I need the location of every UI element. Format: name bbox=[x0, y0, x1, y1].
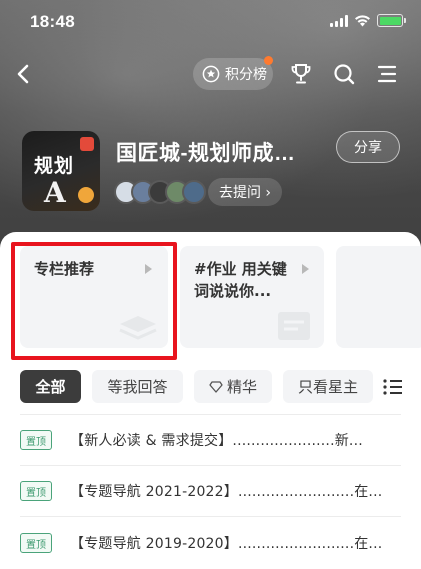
status-time: 18:48 bbox=[30, 12, 75, 31]
group-info: 规划 A 国匠城-规划师成… 分享 去提问 › bbox=[22, 131, 412, 211]
topic-title: 【新人必读 & 需求提交】......................新... bbox=[70, 433, 363, 449]
more-card[interactable] bbox=[336, 246, 421, 348]
filter-owner-only[interactable]: 只看星主 bbox=[283, 370, 373, 403]
stack-icon bbox=[119, 316, 157, 340]
status-icons bbox=[330, 14, 406, 27]
share-button[interactable]: 分享 bbox=[336, 131, 400, 163]
search-icon[interactable] bbox=[332, 62, 356, 86]
filter-waiting-answer[interactable]: 等我回答 bbox=[92, 370, 183, 403]
pinned-badge: 置顶 bbox=[20, 481, 52, 501]
pinned-topic[interactable]: 置顶 【专题导航 2019-2020】.....................… bbox=[20, 528, 410, 558]
pinned-badge: 置顶 bbox=[20, 430, 52, 450]
group-cover-image[interactable]: 规划 A bbox=[22, 131, 100, 211]
wifi-icon bbox=[355, 14, 370, 26]
chip-label: 全部 bbox=[35, 378, 66, 396]
arrow-right-icon bbox=[302, 264, 309, 274]
divider bbox=[20, 465, 401, 466]
nav-bar: 积分榜 bbox=[0, 52, 421, 96]
leaderboard-label: 积分榜 bbox=[225, 67, 267, 83]
cover-mark: A bbox=[44, 176, 66, 209]
topic-title: 【专题导航 2021-2022】........................… bbox=[70, 484, 383, 500]
column-recommend-card[interactable]: 专栏推荐 bbox=[20, 246, 168, 348]
member-avatars[interactable] bbox=[114, 180, 206, 204]
menu-icon[interactable] bbox=[375, 62, 399, 86]
signal-icon bbox=[330, 14, 348, 27]
divider bbox=[20, 414, 401, 415]
battery-icon bbox=[377, 14, 406, 27]
cover-text: 规划 bbox=[34, 156, 75, 177]
diamond-icon bbox=[209, 380, 223, 393]
ask-question-button[interactable]: 去提问 › bbox=[208, 178, 282, 206]
divider bbox=[20, 516, 401, 517]
cover-tag-icon bbox=[80, 137, 94, 151]
list-view-icon[interactable] bbox=[383, 378, 403, 396]
chip-label: 精华 bbox=[226, 378, 257, 396]
document-icon bbox=[278, 312, 310, 340]
filter-bar: 全部 等我回答 精华 只看星主 bbox=[0, 370, 421, 404]
status-bar: 18:48 bbox=[0, 0, 421, 44]
avatar bbox=[182, 180, 206, 204]
notification-dot bbox=[264, 56, 273, 65]
group-title[interactable]: 国匠城-规划师成… bbox=[116, 137, 296, 167]
chip-label: 等我回答 bbox=[107, 378, 168, 396]
arrow-right-icon bbox=[145, 264, 152, 274]
homework-card[interactable]: #作业 用关键 词说说你... bbox=[180, 246, 324, 348]
content-panel: 专栏推荐 #作业 用关键 词说说你... 全部 等我回答 精华 只看星主 置顶 … bbox=[0, 232, 421, 569]
pinned-badge: 置顶 bbox=[20, 533, 52, 553]
pinned-topic[interactable]: 置顶 【专题导航 2021-2022】.....................… bbox=[20, 476, 410, 506]
back-icon[interactable] bbox=[12, 60, 36, 88]
star-badge-icon bbox=[202, 65, 220, 83]
trophy-icon[interactable] bbox=[289, 62, 313, 86]
chip-label: 只看星主 bbox=[297, 378, 358, 396]
topic-title: 【专题导航 2019-2020】........................… bbox=[70, 536, 383, 552]
card-title: #作业 用关键 词说说你... bbox=[194, 260, 287, 300]
filter-featured[interactable]: 精华 bbox=[194, 370, 272, 403]
leaderboard-button[interactable]: 积分榜 bbox=[193, 56, 273, 90]
card-title: 专栏推荐 bbox=[34, 260, 95, 278]
pinned-topic[interactable]: 置顶 【新人必读 & 需求提交】......................新.… bbox=[20, 425, 410, 455]
filter-all[interactable]: 全部 bbox=[20, 370, 81, 403]
diamond-badge-icon bbox=[78, 187, 94, 203]
